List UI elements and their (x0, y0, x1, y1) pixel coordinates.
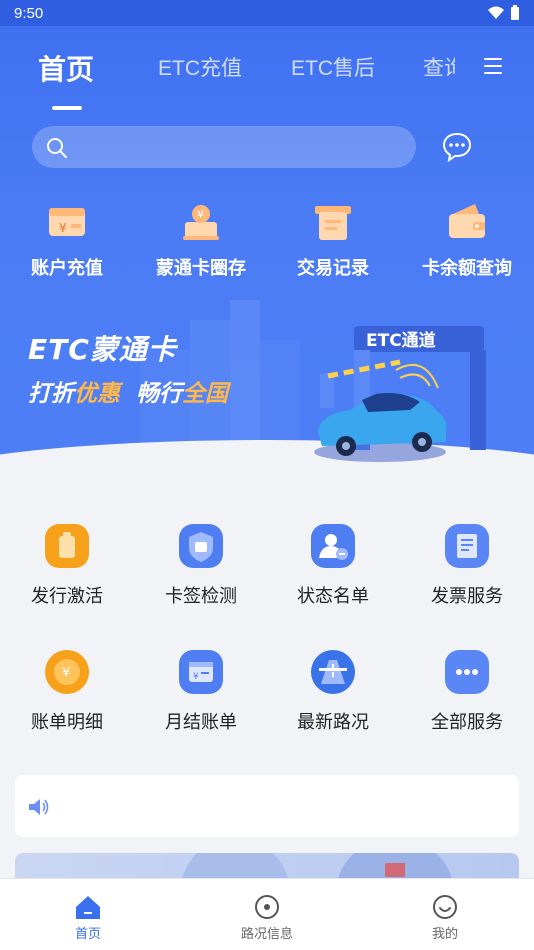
status-bar: 9:50 (0, 0, 534, 26)
issue-activate-icon (45, 524, 89, 568)
tab-etc-aftersale[interactable]: ETC售后 (291, 52, 375, 82)
nav-label: 首页 (74, 927, 101, 942)
service-label: 账单明细 (31, 712, 103, 733)
wallet-card-icon: ¥ (45, 200, 89, 244)
service-invoice[interactable]: 发票服务 (400, 524, 534, 608)
quick-item-transactions[interactable]: 交易记录 (266, 200, 400, 280)
road-info-icon (253, 893, 281, 921)
road-condition-icon (311, 650, 355, 694)
bill-detail-icon: ¥ (45, 650, 89, 694)
service-all[interactable]: 全部服务 (400, 650, 534, 734)
service-label: 卡签检测 (165, 586, 237, 607)
service-card-tag-check[interactable]: 卡签检测 (134, 524, 268, 608)
more-services-icon (445, 650, 489, 694)
service-bill-detail[interactable]: ¥ 账单明细 (0, 650, 134, 734)
nav-profile[interactable]: 我的 (385, 893, 505, 942)
status-list-icon (311, 524, 355, 568)
status-time: 9:50 (14, 4, 44, 22)
nav-home[interactable]: 首页 (28, 893, 148, 942)
balance-wallet-icon (445, 200, 489, 244)
banner-title: ETC蒙通卡 (28, 333, 177, 366)
service-label: 发票服务 (431, 586, 503, 607)
quick-item-label: 卡余额查询 (422, 258, 512, 279)
nav-label: 路况信息 (240, 927, 293, 942)
transaction-record-icon (311, 200, 355, 244)
banner-subtitle: 打折优惠 畅行全国 (28, 381, 229, 407)
tab-home[interactable]: 首页 (38, 48, 94, 88)
gate-label: ETC通道 (366, 330, 436, 351)
service-label: 发行激活 (31, 586, 103, 607)
service-label: 月结账单 (165, 712, 237, 733)
tab-etc-recharge[interactable]: ETC充值 (158, 52, 242, 82)
quick-item-label: 蒙通卡圈存 (156, 258, 246, 279)
card-tag-check-icon (179, 524, 223, 568)
quick-actions: ¥ 账户充值 ¥ 蒙通卡圈存 交易记录 卡余额查询 (0, 200, 534, 290)
menu-icon[interactable] (484, 58, 502, 74)
quick-item-label: 账户充值 (31, 258, 103, 279)
invoice-icon (445, 524, 489, 568)
wifi-icon (488, 6, 504, 19)
search-icon (47, 138, 67, 158)
service-label: 最新路况 (297, 712, 369, 733)
service-label: 全部服务 (431, 712, 503, 733)
svg-text:¥: ¥ (197, 208, 204, 221)
profile-icon (431, 893, 459, 921)
card-deposit-icon: ¥ (179, 200, 223, 244)
service-grid: 发行激活 卡签检测 状态名单 发票服务 ¥ 账单明细 ¥ 月结账单 最新路况 全… (0, 520, 534, 750)
quick-item-balance[interactable]: 卡余额查询 (400, 200, 534, 280)
notice-bar[interactable] (15, 775, 519, 837)
promo-banner[interactable]: ETC蒙通卡 打折优惠 畅行全国 ETC通道 (0, 296, 534, 476)
tab-active-indicator (52, 106, 82, 110)
nav-label: 我的 (431, 927, 458, 942)
svg-text:¥: ¥ (62, 666, 70, 681)
service-issue-activate[interactable]: 发行激活 (0, 524, 134, 608)
service-monthly-bill[interactable]: ¥ 月结账单 (134, 650, 268, 734)
quick-item-recharge[interactable]: ¥ 账户充值 (0, 200, 134, 280)
service-label: 状态名单 (297, 586, 369, 607)
tab-query[interactable]: 查询 (423, 52, 455, 82)
home-icon (74, 893, 102, 921)
search-input[interactable] (32, 126, 416, 168)
battery-icon (511, 5, 519, 20)
service-road-condition[interactable]: 最新路况 (266, 650, 400, 734)
quick-item-card-deposit[interactable]: ¥ 蒙通卡圈存 (134, 200, 268, 280)
svg-text:¥: ¥ (59, 221, 67, 235)
nav-road-info[interactable]: 路况信息 (207, 893, 327, 942)
message-icon[interactable] (442, 132, 472, 162)
etc-gate-illustration: ETC通道 (314, 326, 486, 462)
top-tabs: 首页 ETC充值 ETC售后 查询 (0, 44, 534, 110)
speaker-icon (29, 799, 49, 815)
bottom-nav: 首页 路况信息 我的 (0, 878, 534, 950)
service-status-list[interactable]: 状态名单 (266, 524, 400, 608)
quick-item-label: 交易记录 (297, 258, 369, 279)
monthly-bill-icon: ¥ (179, 650, 223, 694)
svg-text:¥: ¥ (193, 672, 199, 682)
